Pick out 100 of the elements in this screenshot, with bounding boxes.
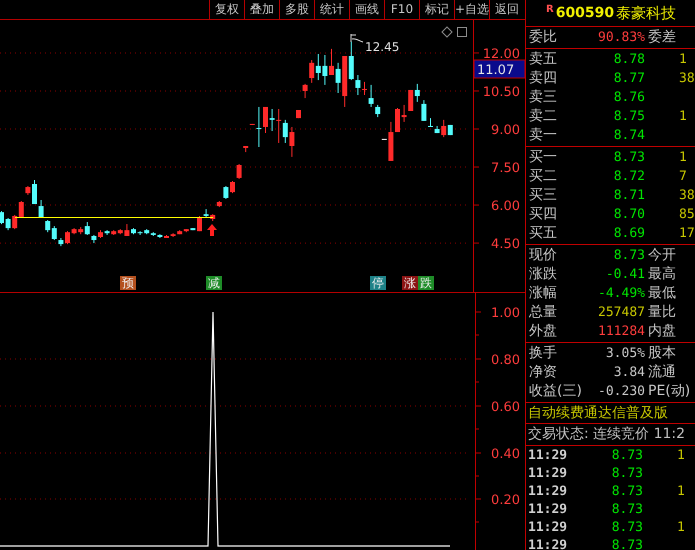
- axis-label: 6.00: [491, 199, 520, 214]
- field-label: 最高: [647, 265, 677, 284]
- axis-label: 0.40: [491, 447, 520, 462]
- tick-time: 11:29: [528, 465, 568, 483]
- order-price: 8.74: [612, 127, 645, 145]
- current-price-label: 11.07: [474, 60, 525, 78]
- candlestick: [0, 210, 4, 225]
- order-label: 买四: [529, 205, 558, 224]
- tick-time: 11:29: [528, 501, 568, 519]
- field-label: 净资: [529, 363, 558, 382]
- field-label: 换手: [529, 344, 558, 363]
- price-label: 12.45: [365, 40, 400, 54]
- order-label: 卖三: [529, 88, 558, 107]
- order-price: 8.73: [612, 149, 645, 167]
- tick-price: 8.73: [610, 501, 643, 519]
- order-price: 8.76: [612, 89, 645, 107]
- signal-tag: 预: [120, 276, 136, 290]
- field-label: 股本: [647, 344, 677, 363]
- signal-tag: 涨: [402, 276, 418, 290]
- order-volume: 1: [678, 51, 688, 69]
- order-volume: 17: [678, 225, 695, 243]
- candlestick: [329, 48, 334, 76]
- order-price: 8.70: [612, 206, 645, 224]
- tick-price: 8.73: [610, 519, 643, 537]
- order-volume: 38: [678, 187, 695, 205]
- field-label: 涨跌: [529, 265, 558, 284]
- axis-label: 9.00: [491, 123, 520, 138]
- field-label: PE(动): [647, 382, 692, 401]
- tick-time: 11:29: [528, 537, 568, 550]
- candlestick: [263, 106, 268, 134]
- field-value: 3.05%: [604, 345, 645, 363]
- order-label: 卖五: [529, 50, 558, 69]
- candlestick: [395, 107, 400, 133]
- tick-volume: 1: [676, 483, 686, 501]
- order-label: 买二: [529, 167, 558, 186]
- banner-text: 自动续费通达信普及版: [527, 404, 669, 422]
- axis-label: 12.00: [482, 46, 520, 62]
- tick-volume: 1: [676, 447, 686, 465]
- candlestick: [428, 118, 433, 128]
- order-price: 8.78: [612, 51, 645, 69]
- signal-tag: 停: [370, 276, 386, 290]
- order-price: 8.69: [612, 225, 645, 243]
- stock-name: 泰豪科技: [616, 4, 676, 22]
- order-price: 8.72: [612, 168, 645, 186]
- order-price: 8.75: [612, 108, 645, 126]
- candlestick: [236, 163, 242, 180]
- flag-label: R: [546, 4, 554, 15]
- field-label: 最低: [647, 284, 677, 303]
- field-value: 257487: [597, 304, 645, 322]
- axis-label: 1.00: [491, 306, 520, 321]
- tick-time: 11:29: [528, 447, 568, 465]
- field-value: 90.83%: [597, 29, 645, 47]
- axis-label: 0.60: [491, 400, 520, 415]
- axis-label: 10.50: [482, 84, 520, 100]
- field-label: 委差: [647, 28, 677, 47]
- order-label: 买三: [529, 186, 558, 205]
- field-value: -0.41: [604, 266, 645, 284]
- field-label: 委比: [529, 28, 558, 47]
- field-label: 内盘: [647, 322, 677, 341]
- tick-price: 8.73: [610, 447, 643, 465]
- field-label: 现价: [529, 246, 558, 265]
- tick-volume: 1: [676, 519, 686, 537]
- field-value: -0.230: [597, 383, 645, 401]
- candlestick: [296, 110, 301, 119]
- order-volume: 1: [678, 108, 688, 126]
- field-label: 涨幅: [529, 284, 558, 303]
- order-price: 8.77: [612, 70, 645, 88]
- axis-label: 4.50: [491, 237, 520, 252]
- order-label: 卖四: [529, 69, 558, 88]
- axis-label: 7.50: [491, 161, 520, 176]
- field-label: 总量: [529, 303, 558, 322]
- diamond-icon[interactable]: [441, 26, 453, 38]
- square-icon[interactable]: [457, 27, 467, 37]
- order-label: 买一: [529, 148, 558, 167]
- tick-price: 8.73: [610, 465, 643, 483]
- order-volume: 38: [678, 70, 695, 88]
- tick-price: 8.73: [610, 483, 643, 501]
- candlestick: [164, 234, 169, 238]
- order-label: 卖一: [529, 126, 558, 145]
- leader-line: [350, 34, 364, 42]
- axis-label: 0.20: [491, 493, 520, 508]
- field-label: 流通: [647, 363, 677, 382]
- field-value: 8.73: [612, 247, 645, 265]
- order-price: 8.71: [612, 187, 645, 205]
- stock-code: 600590: [556, 5, 614, 21]
- toolbar-button[interactable]: +自选: [454, 0, 489, 19]
- field-label: 今开: [647, 246, 677, 265]
- field-label: 外盘: [529, 322, 558, 341]
- trade-status: 交易状态: 连续竞价 11:2: [527, 425, 686, 444]
- field-value: 3.84: [612, 364, 645, 382]
- field-value: -4.49%: [597, 285, 645, 303]
- order-label: 卖二: [529, 107, 558, 126]
- tick-price: 8.73: [610, 537, 643, 550]
- candlestick: [243, 145, 248, 153]
- candlestick: [362, 81, 367, 96]
- candlestick: [230, 180, 235, 194]
- field-label: 量比: [647, 303, 677, 322]
- up-arrow-icon: [207, 224, 217, 236]
- candlestick: [131, 228, 136, 235]
- candlestick: [197, 215, 202, 232]
